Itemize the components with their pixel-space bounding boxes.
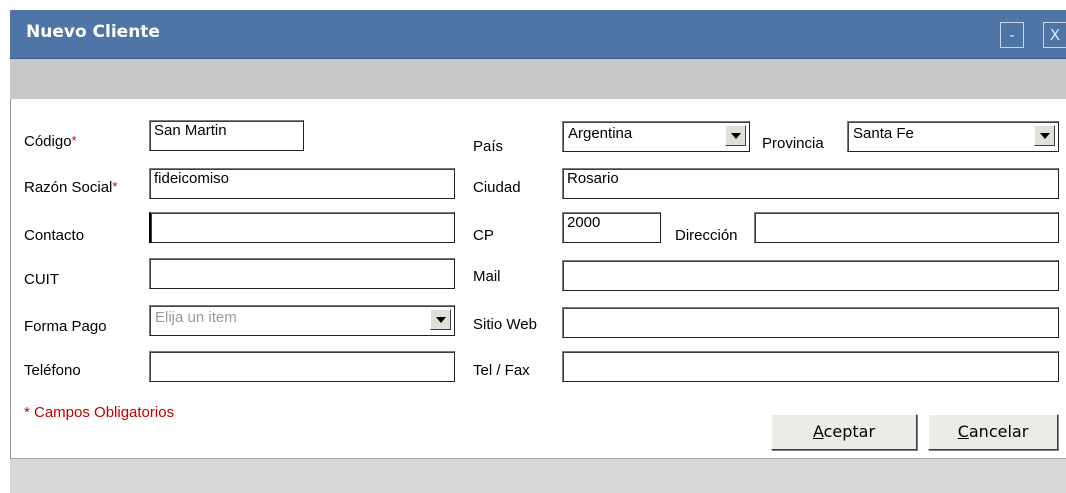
status-bar [10, 458, 1066, 493]
chevron-down-icon[interactable] [430, 309, 451, 330]
codigo-field[interactable]: San Martin [149, 120, 304, 151]
cuit-field[interactable] [149, 258, 455, 289]
chevron-down-icon[interactable] [725, 125, 746, 146]
mail-label: Mail [473, 268, 501, 285]
forma-pago-placeholder: Elija un item [155, 309, 237, 326]
forma-pago-label: Forma Pago [24, 318, 107, 335]
close-button[interactable]: X [1043, 22, 1066, 48]
direccion-field[interactable] [754, 212, 1059, 243]
cp-field[interactable]: 2000 [562, 212, 661, 243]
contacto-field[interactable] [149, 212, 455, 243]
cancel-button[interactable]: Cancelar [928, 414, 1058, 450]
telefono-field[interactable] [149, 351, 455, 382]
direccion-label: Dirección [675, 227, 738, 244]
razon-social-label: Razón Social* [24, 179, 118, 196]
provincia-value: Santa Fe [853, 125, 914, 142]
razon-social-field[interactable]: fideicomiso [149, 168, 455, 199]
pais-label: País [473, 138, 504, 155]
provincia-label: Provincia [762, 135, 824, 152]
tel-fax-label: Tel / Fax [473, 362, 530, 379]
cp-label: CP [473, 227, 494, 244]
window-title: Nuevo Cliente [26, 22, 160, 42]
ciudad-field[interactable]: Rosario [562, 168, 1059, 199]
cuit-label: CUIT [24, 271, 59, 288]
mail-field[interactable] [562, 260, 1059, 291]
pais-select[interactable]: Argentina [562, 121, 750, 152]
toolbar [10, 59, 1066, 99]
required-note: * Campos Obligatorios [24, 404, 175, 421]
sitio-web-label: Sitio Web [473, 316, 537, 333]
sitio-web-field[interactable] [562, 307, 1059, 338]
ciudad-label: Ciudad [473, 179, 521, 196]
provincia-select[interactable]: Santa Fe [847, 121, 1059, 152]
forma-pago-select[interactable]: Elija un item [149, 305, 455, 336]
accept-button[interactable]: Aceptar [771, 414, 917, 450]
pais-value: Argentina [568, 125, 633, 142]
codigo-label: Código* [24, 133, 77, 150]
contacto-label: Contacto [24, 227, 85, 244]
tel-fax-field[interactable] [562, 351, 1059, 382]
minimize-button[interactable]: - [1000, 22, 1024, 48]
frame-border [10, 99, 11, 492]
chevron-down-icon[interactable] [1034, 125, 1055, 146]
telefono-label: Teléfono [24, 362, 81, 379]
title-bar: Nuevo Cliente - X [10, 10, 1066, 59]
